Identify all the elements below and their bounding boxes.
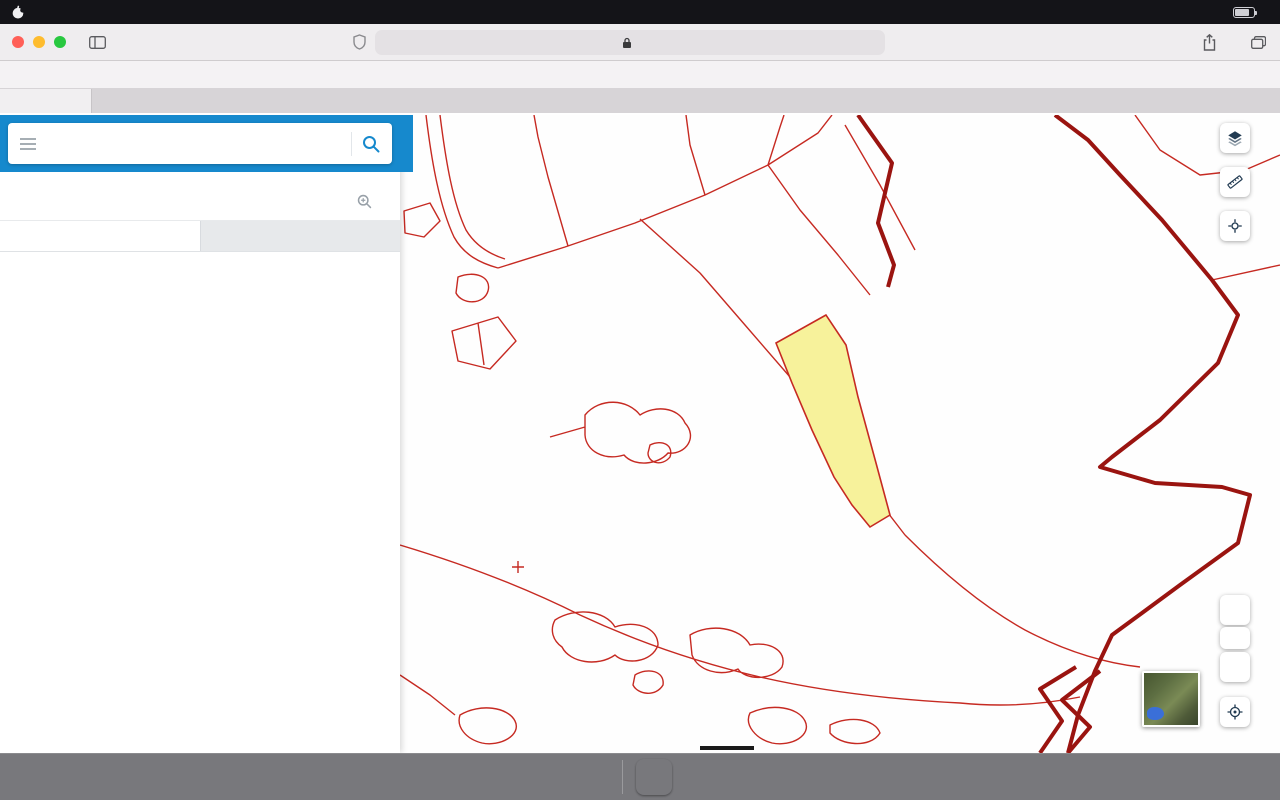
zoom-to-object-icon[interactable] [356, 193, 373, 210]
search-box [8, 123, 392, 164]
map-area[interactable] [400, 115, 1280, 753]
search-divider [351, 131, 352, 156]
window-minimize-button[interactable] [33, 36, 45, 48]
search-header [0, 115, 400, 172]
macos-dock [0, 753, 1280, 800]
window-zoom-button[interactable] [54, 36, 66, 48]
parcel-action-icons [356, 193, 386, 210]
tab-information[interactable] [0, 221, 200, 251]
search-input[interactable] [78, 135, 333, 152]
locate-me-button[interactable] [1220, 697, 1250, 727]
apple-logo-icon[interactable] [12, 5, 25, 19]
dock-trash[interactable] [636, 759, 672, 795]
privacy-shield-icon[interactable] [352, 34, 367, 55]
search-submit-icon[interactable] [361, 134, 381, 154]
dock-divider [621, 760, 623, 794]
lock-icon [622, 37, 632, 49]
scale-bar [700, 746, 754, 750]
object-marker-button[interactable] [1220, 211, 1250, 241]
basemap-water-patch [1147, 707, 1164, 720]
parcel-info-panel [0, 115, 400, 753]
parcel-summary [0, 172, 400, 221]
parcel-links [14, 193, 386, 210]
layers-button[interactable] [1220, 123, 1250, 153]
panel-tabs [0, 221, 400, 252]
toolbar-right-actions [1202, 33, 1266, 51]
selected-parcel-highlight[interactable] [774, 313, 891, 529]
tab-services[interactable] [199, 221, 400, 251]
favorites-bar [0, 61, 1280, 89]
page-pkk-rosreestr [0, 115, 1280, 753]
menu-status-area [1220, 6, 1268, 18]
tab-overview-icon[interactable] [1251, 35, 1266, 49]
more-tools-button[interactable] [1220, 627, 1250, 649]
zoom-out-button[interactable] [1220, 652, 1250, 682]
battery-icon[interactable] [1233, 6, 1257, 18]
sidebar-toggle-icon[interactable] [89, 35, 106, 49]
macos-menu-bar [0, 0, 1280, 24]
cadastral-map-canvas[interactable] [400, 115, 1280, 753]
share-icon[interactable] [1202, 33, 1217, 51]
tab-favicon [7, 94, 22, 109]
tab-active-public-cadastral-map[interactable] [0, 89, 92, 113]
zoom-in-button[interactable] [1220, 595, 1250, 625]
basemap-preview-thumbnail[interactable] [1142, 671, 1200, 727]
window-close-button[interactable] [12, 36, 24, 48]
browser-toolbar [0, 24, 1280, 61]
address-bar[interactable] [375, 30, 885, 55]
panel-collapse-button[interactable] [400, 115, 413, 172]
measure-ruler-button[interactable] [1220, 167, 1250, 197]
tab-bar [0, 89, 1280, 113]
menu-hamburger-icon[interactable] [19, 137, 37, 151]
